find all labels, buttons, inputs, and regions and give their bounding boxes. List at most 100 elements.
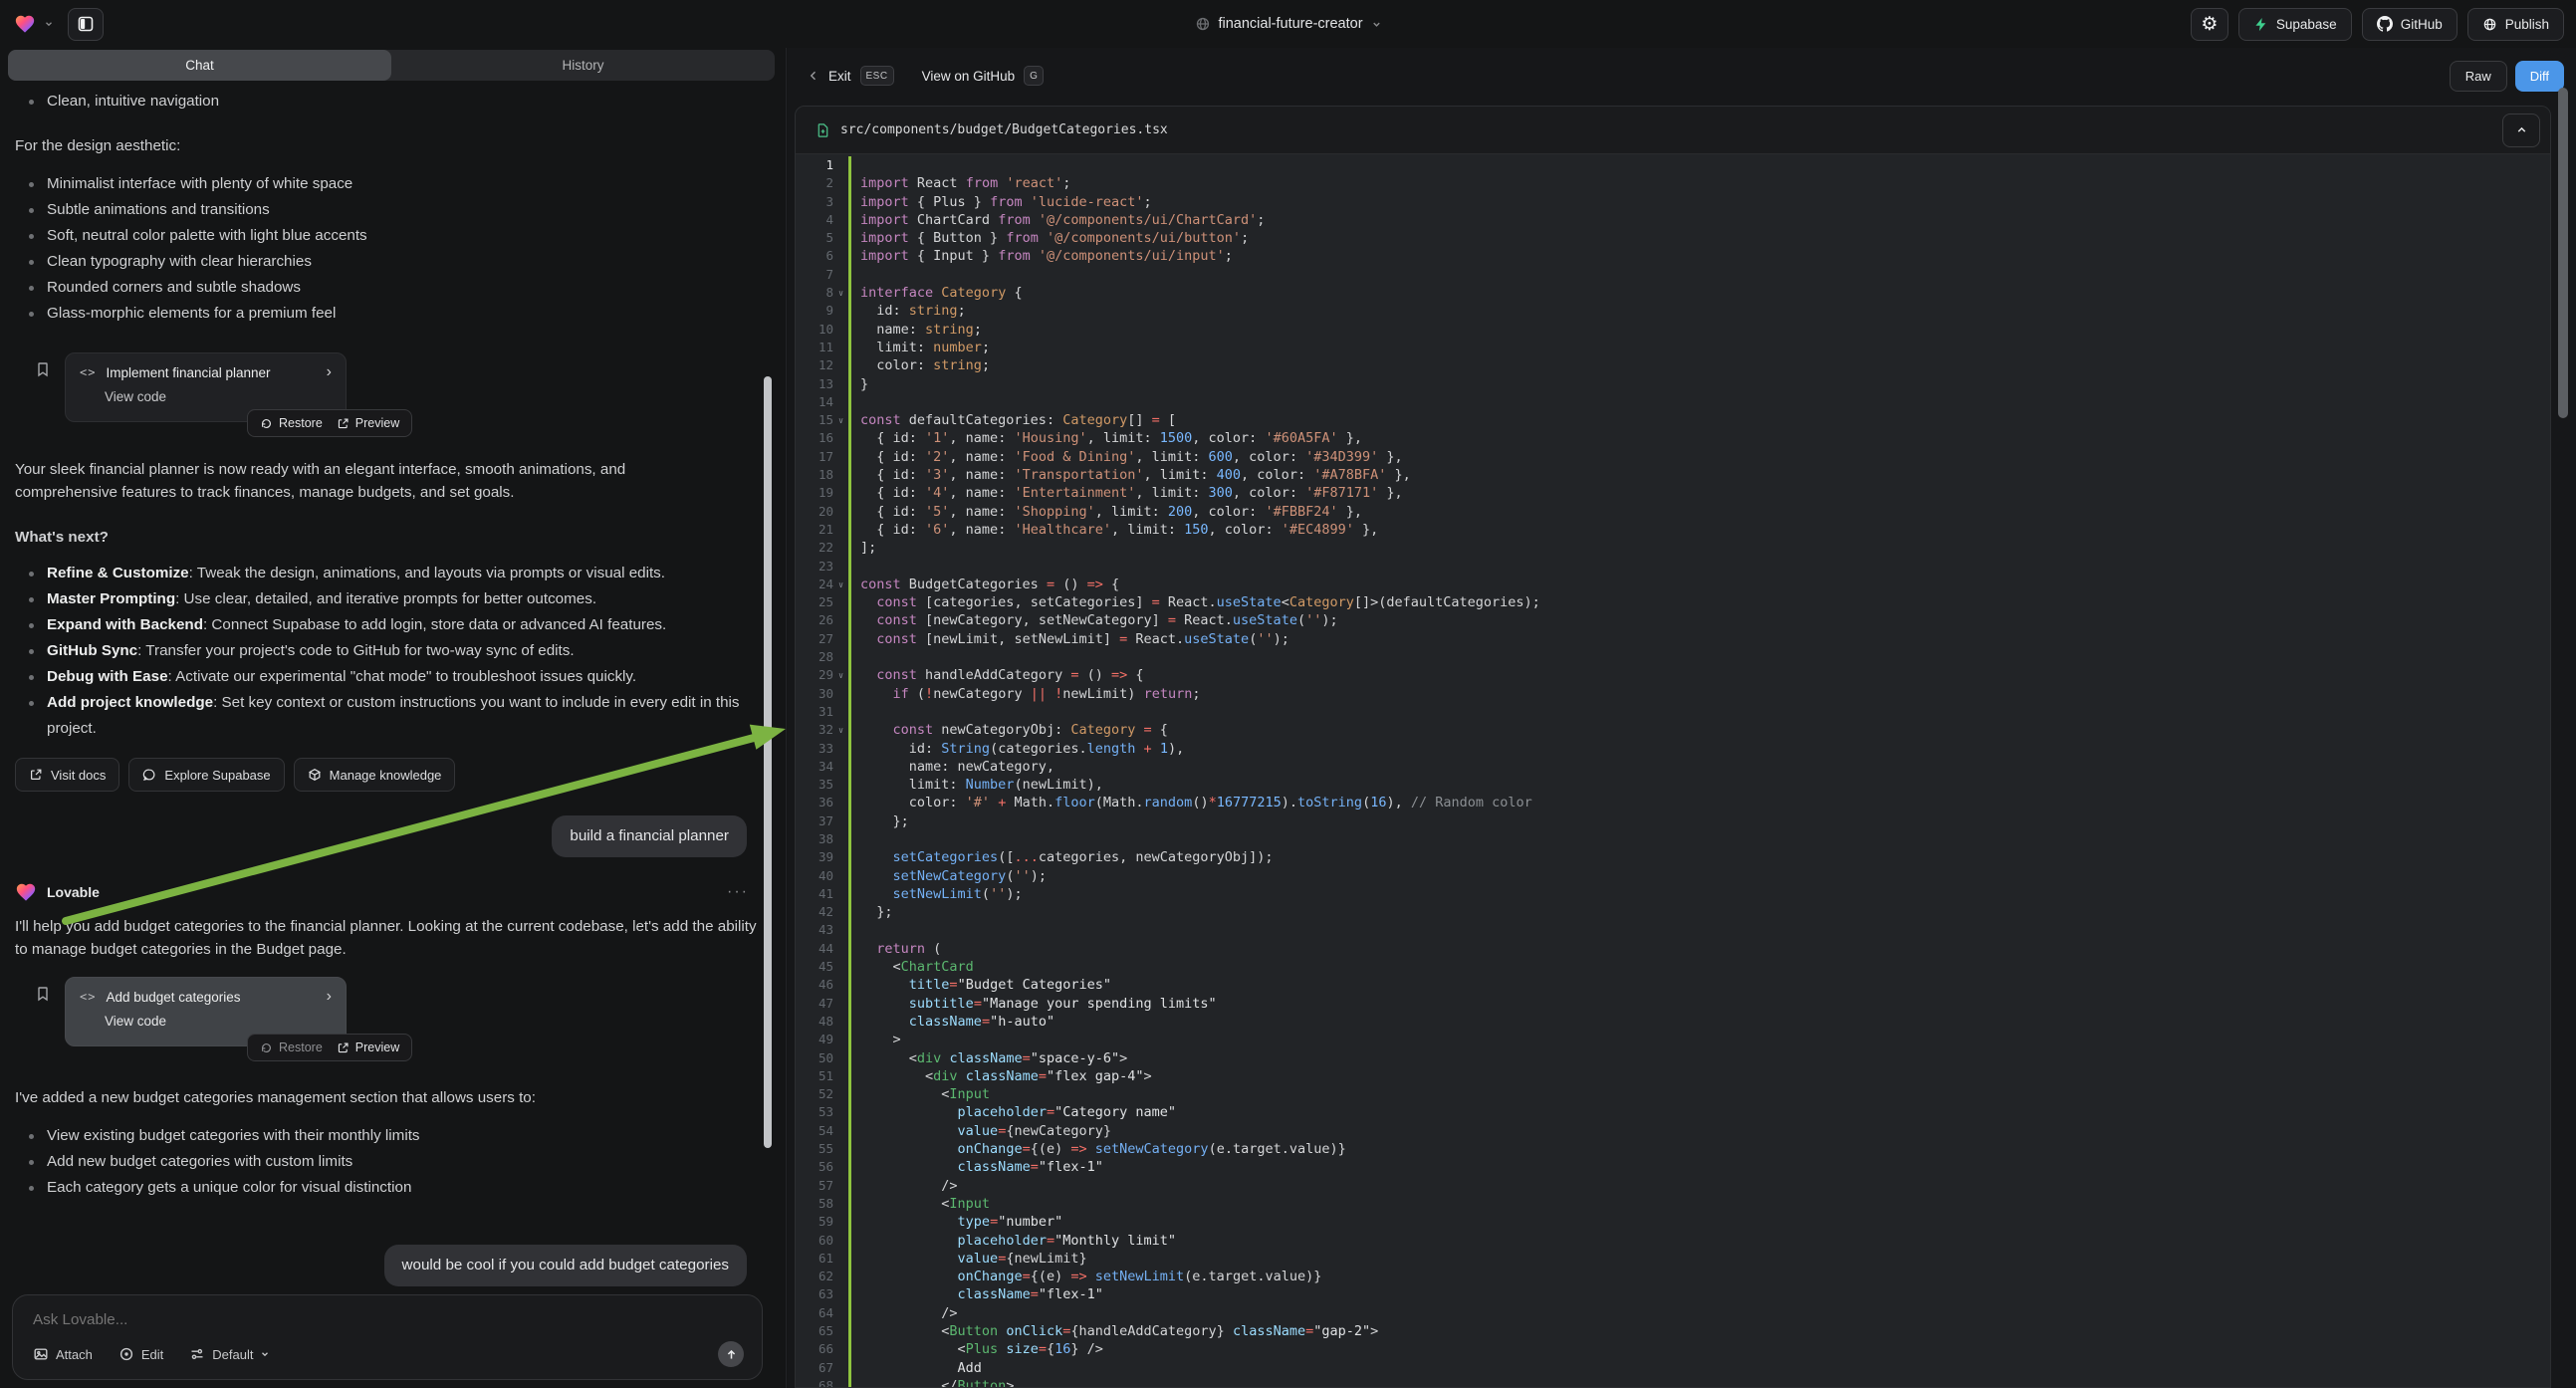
- assistant-reply: I'll help you add budget categories to t…: [15, 915, 757, 961]
- code-line: 29∨ const handleAddCategory = () => {: [796, 666, 2550, 684]
- code-line: 5import { Button } from '@/components/ui…: [796, 229, 2550, 247]
- restore-button[interactable]: Restore: [260, 1041, 323, 1054]
- code-line: 42 };: [796, 903, 2550, 921]
- visit-docs-button[interactable]: Visit docs: [15, 758, 119, 792]
- diff-view-button[interactable]: Diff: [2515, 61, 2564, 92]
- arrow-up-icon: [725, 1348, 738, 1361]
- code-line: 35 limit: Number(newLimit),: [796, 776, 2550, 794]
- line-number: 17: [796, 448, 833, 466]
- logo-chevron-down-icon[interactable]: [44, 19, 54, 29]
- fold-spacer: [833, 1140, 848, 1158]
- exit-button[interactable]: Exit ESC: [808, 66, 894, 86]
- line-number: 49: [796, 1031, 833, 1048]
- code-text: className="flex-1": [851, 1158, 1103, 1176]
- version-card-row: <> Implement financial planner › View co…: [15, 352, 767, 422]
- code-text: [851, 266, 860, 284]
- fold-chevron-icon[interactable]: ∨: [833, 284, 848, 302]
- composer: Attach Edit Default: [12, 1294, 763, 1380]
- manage-knowledge-button[interactable]: Manage knowledge: [294, 758, 456, 792]
- edit-button[interactable]: Edit: [118, 1346, 163, 1362]
- line-number: 27: [796, 630, 833, 648]
- bookmark-icon[interactable]: [35, 985, 51, 1008]
- line-number: 63: [796, 1285, 833, 1303]
- bookmark-icon[interactable]: [35, 360, 51, 383]
- project-switcher[interactable]: financial-future-creator: [1194, 0, 1381, 48]
- code-text: </Button>: [851, 1377, 1014, 1388]
- chat-scrollbar-thumb[interactable]: [764, 376, 772, 1148]
- restore-preview-toolbar: Restore Preview: [247, 1034, 412, 1061]
- version-card-add-budget-categories[interactable]: <> Add budget categories › View code Res…: [65, 977, 347, 1046]
- preview-button[interactable]: Preview: [337, 416, 399, 430]
- fold-spacer: [833, 193, 848, 211]
- fold-spacer: [833, 484, 848, 502]
- publish-button[interactable]: Publish: [2467, 8, 2564, 41]
- fold-spacer: [833, 1304, 848, 1322]
- code-line: 52 <Input: [796, 1085, 2550, 1103]
- line-number: 16: [796, 429, 833, 447]
- code-text: setCategories([...categories, newCategor…: [851, 848, 1274, 866]
- supabase-button[interactable]: Supabase: [2238, 8, 2352, 41]
- chat-input[interactable]: [33, 1311, 744, 1328]
- project-globe-icon: [1194, 16, 1210, 32]
- code-line: 38: [796, 830, 2550, 848]
- code-lines: 12import React from 'react';3import { Pl…: [796, 154, 2550, 1388]
- user-message-bubble: would be cool if you could add budget ca…: [384, 1245, 747, 1286]
- collapse-file-button[interactable]: [2502, 114, 2540, 147]
- fold-chevron-icon[interactable]: ∨: [833, 576, 848, 593]
- line-number: 4: [796, 211, 833, 229]
- code-scrollbar-thumb[interactable]: [2558, 88, 2568, 418]
- preview-button[interactable]: Preview: [337, 1041, 399, 1054]
- fold-spacer: [833, 1195, 848, 1213]
- tab-chat[interactable]: Chat: [8, 50, 391, 81]
- code-text: <div className="flex gap-4">: [851, 1067, 1152, 1085]
- view-on-github-button[interactable]: View on GitHub G: [922, 66, 1045, 86]
- code-line: 57 />: [796, 1177, 2550, 1195]
- view-code-link[interactable]: View code: [105, 389, 332, 404]
- sidebar-toggle-button[interactable]: [68, 8, 104, 41]
- restore-button[interactable]: Restore: [260, 416, 323, 430]
- fold-chevron-icon[interactable]: ∨: [833, 411, 848, 429]
- explore-supabase-button[interactable]: Explore Supabase: [128, 758, 284, 792]
- file-header[interactable]: src/components/budget/BudgetCategories.t…: [796, 107, 2550, 154]
- send-button[interactable]: [718, 1341, 744, 1367]
- github-button[interactable]: GitHub: [2362, 8, 2458, 41]
- user-message-bubble: build a financial planner: [552, 815, 747, 857]
- message-menu-button[interactable]: ···: [727, 883, 749, 901]
- fold-spacer: [833, 174, 848, 192]
- raw-view-button[interactable]: Raw: [2450, 61, 2507, 92]
- attach-button[interactable]: Attach: [33, 1346, 93, 1362]
- line-number: 28: [796, 648, 833, 666]
- view-code-link[interactable]: View code: [105, 1014, 332, 1029]
- chat-scroll-area[interactable]: Clean, intuitive navigation For the desi…: [0, 81, 787, 1335]
- fold-spacer: [833, 848, 848, 866]
- mode-default-dropdown[interactable]: Default: [189, 1346, 270, 1362]
- external-link-icon: [337, 417, 350, 430]
- code-text: name: newCategory,: [851, 758, 1054, 776]
- line-number: 26: [796, 611, 833, 629]
- code-text: className="flex-1": [851, 1285, 1103, 1303]
- settings-button[interactable]: ⚙: [2191, 8, 2228, 41]
- code-text: />: [851, 1304, 958, 1322]
- code-line: 67 Add: [796, 1359, 2550, 1377]
- line-number: 45: [796, 958, 833, 976]
- version-card-row: <> Add budget categories › View code Res…: [15, 977, 767, 1048]
- line-number: 11: [796, 339, 833, 356]
- fold-spacer: [833, 247, 848, 265]
- list-item: Glass-morphic elements for a premium fee…: [15, 301, 767, 327]
- line-number: 67: [796, 1359, 833, 1377]
- code-line: 55 onChange={(e) => setNewCategory(e.tar…: [796, 1140, 2550, 1158]
- fold-spacer: [833, 630, 848, 648]
- code-line: 18 { id: '3', name: 'Transportation', li…: [796, 466, 2550, 484]
- fold-spacer: [833, 466, 848, 484]
- fold-chevron-icon[interactable]: ∨: [833, 721, 848, 739]
- whats-next-heading: What's next?: [15, 526, 767, 549]
- list-item: Add new budget categories with custom li…: [15, 1149, 767, 1175]
- tab-history[interactable]: History: [391, 50, 775, 81]
- lovable-logo-icon[interactable]: [14, 13, 36, 35]
- line-number: 29: [796, 666, 833, 684]
- code-line: 23: [796, 558, 2550, 576]
- fold-chevron-icon[interactable]: ∨: [833, 666, 848, 684]
- version-card-implement-financial-planner[interactable]: <> Implement financial planner › View co…: [65, 352, 347, 422]
- fold-spacer: [833, 448, 848, 466]
- fold-spacer: [833, 211, 848, 229]
